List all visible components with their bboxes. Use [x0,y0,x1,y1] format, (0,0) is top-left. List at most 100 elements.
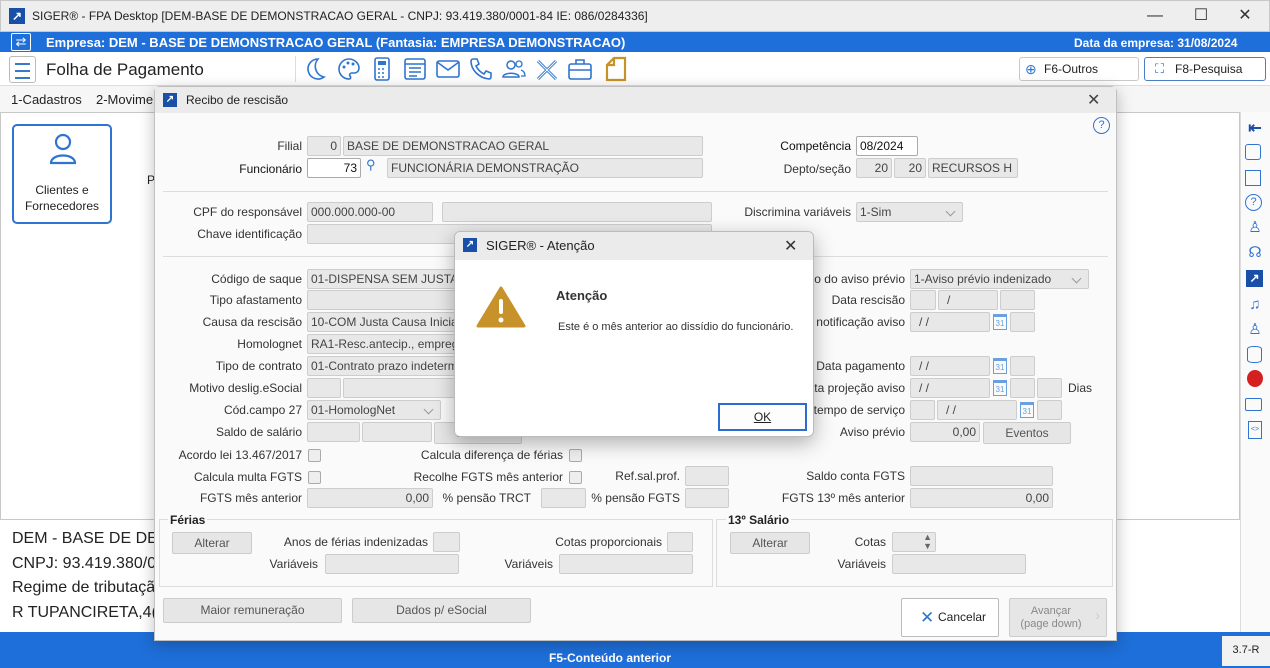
funcionario-code-input[interactable]: 73 [307,158,361,178]
mail-icon[interactable] [434,56,462,82]
funcionario-name: FUNCIONÁRIA DEMONSTRAÇÃO [387,158,703,178]
calendar-icon[interactable]: 31 [993,358,1007,374]
maximize-button[interactable]: ☐ [1178,0,1224,32]
dialog-title: Recibo de rescisão [186,93,289,107]
recolhe-checkbox[interactable] [569,471,582,484]
saldo-salario-days [307,422,360,442]
calendar-icon[interactable]: 31 [1020,402,1034,418]
dif-ferias-checkbox[interactable] [569,449,582,462]
causa-label: Causa da rescisão [202,315,302,329]
filial-name: BASE DE DEMONSTRACAO GERAL [343,136,703,156]
ok-button[interactable]: OK [718,403,807,431]
calculator-icon[interactable] [368,56,396,82]
user-icon[interactable]: ♙ [1245,320,1265,340]
form-icon[interactable] [401,56,429,82]
coins-icon[interactable] [1247,370,1263,387]
spinner-arrows-icon[interactable]: ▲ ▼ [923,533,932,551]
headset-icon[interactable]: ☊ [1245,243,1265,263]
tipo-aviso-select[interactable]: 1-Aviso prévio indenizado [910,269,1089,289]
decimo-alterar-button[interactable]: Alterar [730,532,810,554]
alert-heading: Atenção [556,288,608,303]
campo27-select[interactable]: 01-HomologNet [307,400,441,420]
motivo-label: Motivo deslig.eSocial [189,381,302,395]
alert-title: SIGER® - Atenção [486,238,595,253]
search-button[interactable]: ⛶ F8-Pesquisa [1144,57,1266,81]
data-rescisao-day [910,290,936,310]
data-notif-field: / / [910,312,990,332]
maior-remuneracao-button[interactable]: Maior remuneração [163,598,342,623]
cotas-proporcionais-label: Cotas proporcionais [555,535,662,549]
filial-code: 0 [307,136,341,156]
discrimina-select[interactable]: 1-Sim [856,202,963,222]
cpf-label: CPF do responsável [193,205,302,219]
next-hint: (page down) [1020,618,1082,630]
competencia-input[interactable]: 08/2024 [856,136,918,156]
database-icon[interactable] [1247,346,1262,363]
tools-icon[interactable] [533,56,561,82]
pensao-fgts-label: % pensão FGTS [591,491,680,505]
decimo-variaveis-field [892,554,1026,574]
cotas-proporcionais-field [667,532,693,552]
filial-label: Filial [277,139,302,153]
cancel-label: Cancelar [938,610,987,624]
depto-label: Depto/seção [783,162,851,176]
users-icon[interactable] [500,56,528,82]
multa-checkbox[interactable] [308,471,321,484]
search-employee-icon[interactable]: ⚲ [366,157,376,173]
user-check-icon[interactable]: ♙ [1245,218,1265,238]
calendar-icon[interactable]: 31 [993,314,1007,330]
siger-shortcut-icon[interactable]: ↗ [1246,270,1263,287]
bell-icon[interactable]: ♫ [1245,296,1265,316]
dialog-help-icon[interactable]: ? [1093,117,1110,134]
close-window-button[interactable]: ✕ [1222,0,1268,32]
briefcase-icon[interactable] [566,56,594,82]
ferias-alterar-button[interactable]: Alterar [172,532,252,554]
other-access-button[interactable]: ⊕F6-Outros acessos [1019,57,1139,98]
zoom-arrow-icon: ⊕ [1025,61,1037,77]
ferias-variaveis2-label: Variáveis [504,557,553,571]
note-icon[interactable] [602,56,630,82]
acordo-checkbox[interactable] [308,449,321,462]
discrimina-label: Discrimina variáveis [744,205,851,219]
dialog-titlebar [155,87,1116,113]
depto-code: 20 [856,158,892,178]
dialog-close-button[interactable]: ✕ [1087,90,1100,110]
dialog-app-icon: ↗ [163,93,177,107]
tipo-contrato-label: Tipo de contrato [215,359,302,373]
dados-esocial-button[interactable]: Dados p/ eSocial [352,598,531,623]
newspaper-icon[interactable] [1245,170,1261,186]
menu-movimento[interactable]: 2-Movimer [96,92,157,107]
multa-label: Calcula multa FGTS [193,470,302,484]
next-button[interactable]: Avançar (page down) › [1009,598,1107,637]
menu-cadastros[interactable]: 1-Cadastros [11,92,82,107]
person-icon [49,133,77,165]
phone-icon[interactable] [467,56,495,82]
codigo-saque-label: Código de saque [211,272,302,286]
binoculars-icon: ⛶ [1155,61,1165,76]
help-icon[interactable]: ? [1245,194,1262,211]
minimize-button[interactable]: — [1132,0,1178,32]
data-proj-field: / / [910,378,990,398]
calendar-icon[interactable]: 31 [993,380,1007,396]
scroll-icon[interactable] [1245,144,1261,160]
aviso-events-button[interactable]: Eventos [983,422,1071,444]
moon-icon[interactable] [302,56,330,82]
data-rescisao-extra [1000,290,1035,310]
code-file-icon[interactable]: <> [1248,421,1262,439]
data-rescisao-field: / [938,290,998,310]
fgts13-field: 0,00 [910,488,1053,508]
folder-icon[interactable] [1245,398,1262,411]
collapse-sidebar-icon[interactable]: ⇤ [1245,118,1265,138]
cancel-button[interactable]: ✕ Cancelar [901,598,999,637]
secao-code: 20 [894,158,926,178]
alert-close-button[interactable]: ✕ [784,236,797,256]
pensao-trct-field [541,488,586,508]
fgts-anterior-field: 0,00 [307,488,433,508]
decimo-cotas-spinner[interactable]: ▲ ▼ [892,532,936,552]
switch-company-icon[interactable]: ⇄ [11,33,31,51]
tile-clientes-fornecedores[interactable]: Clientes e Fornecedores [12,124,112,224]
palette-icon[interactable] [335,56,363,82]
close-x-icon: ✕ [920,608,935,627]
hamburger-menu-icon[interactable] [9,56,36,83]
company-name: Empresa: DEM - BASE DE DEMONSTRACAO GERA… [46,35,626,50]
